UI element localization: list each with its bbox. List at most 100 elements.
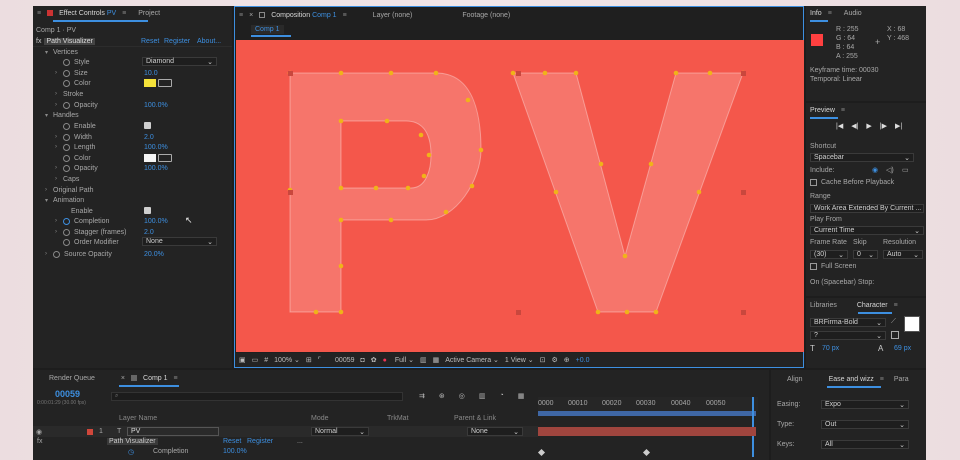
keys-dropdown[interactable]: All ⌄ (821, 440, 909, 449)
menu-icon[interactable]: ≡ (239, 12, 243, 19)
close-tab-icon[interactable]: × (121, 375, 125, 382)
layer-row[interactable]: ◉ 1 T PV Normal ⌄ None ⌄ (33, 426, 538, 437)
include-video-icon[interactable]: ◉ (872, 166, 878, 174)
tab-comp[interactable]: Comp 1 (143, 375, 168, 382)
timeline-search-input[interactable]: ⌕ (111, 392, 403, 401)
fx-toggle[interactable]: fx (36, 38, 41, 45)
fx-row-name[interactable]: Path Visualizer (107, 438, 158, 445)
fx-name[interactable]: Path Visualizer (44, 37, 96, 45)
col-parent[interactable]: Parent & Link (454, 415, 496, 422)
prop-width[interactable]: › Width (55, 132, 92, 142)
close-tab-icon[interactable]: × (249, 12, 253, 19)
prop-handle-opacity[interactable]: › Opacity (55, 163, 98, 173)
col-layer-name[interactable]: Layer Name (119, 415, 157, 422)
tab-layer[interactable]: Layer (none) (373, 12, 413, 19)
panel-menu-icon[interactable]: ≡ (841, 107, 845, 114)
panel-menu-icon[interactable]: ≡ (122, 10, 126, 17)
shortcut-dropdown[interactable]: Spacebar ⌄ (810, 153, 914, 162)
play-from-dropdown[interactable]: Current Time ⌄ (810, 226, 924, 235)
tab-composition[interactable]: Composition Comp 1 (271, 12, 336, 19)
menu-icon[interactable]: ≡ (37, 10, 41, 17)
layout-icon[interactable]: ⊡ (540, 356, 546, 364)
monitor-icon[interactable]: ▭ (252, 356, 259, 364)
prop-stagger[interactable]: › Stagger (frames) (55, 227, 127, 237)
cache-checkbox[interactable]: Cache Before Playback (810, 179, 894, 186)
exposure-value[interactable]: +0.0 (576, 357, 590, 364)
completion-track-value[interactable]: 100.0% (223, 448, 247, 455)
panel-menu-icon[interactable]: ≡ (828, 10, 832, 17)
font-size-value[interactable]: 70 px (822, 345, 839, 352)
view-select[interactable]: 1 View ⌄ (505, 356, 534, 364)
anim-enable-checkbox[interactable] (144, 207, 151, 216)
comp-flowchart-icon[interactable]: ⇉ (419, 392, 425, 400)
fx-reset-button[interactable]: Reset (223, 438, 241, 445)
visibility-icon[interactable]: ◉ (36, 428, 42, 436)
color-icon[interactable]: ● (383, 357, 387, 364)
type-dropdown[interactable]: Out ⌄ (821, 420, 909, 429)
panel-menu-icon[interactable]: ≡ (880, 376, 884, 383)
opacity-value[interactable]: 100.0% (144, 100, 168, 110)
stopwatch-icon[interactable] (63, 238, 70, 246)
tab-footage[interactable]: Footage (none) (462, 12, 510, 19)
range-dropdown[interactable]: Work Area Extended By Current ... (810, 204, 924, 213)
tab-render-queue[interactable]: Render Queue (49, 375, 95, 382)
col-trkmat[interactable]: TrkMat (387, 415, 409, 422)
fx-more-button[interactable]: ... (297, 438, 303, 445)
shy-icon[interactable]: ◎ (459, 392, 465, 400)
layer-mode-dropdown[interactable]: Normal ⌄ (311, 427, 369, 436)
resolution-dropdown[interactable]: Auto ⌄ (883, 250, 923, 259)
panel-menu-icon[interactable]: ≡ (343, 12, 347, 19)
handle-color-swatch[interactable] (144, 154, 156, 162)
close-tab-icon[interactable] (47, 10, 54, 16)
prop-handle-color[interactable]: Color (55, 153, 91, 163)
tab-ease-and-wizz[interactable]: Ease and wizz (829, 376, 874, 383)
timecode-display[interactable]: 00059 (335, 357, 354, 364)
font-style-dropdown[interactable]: ? ⌄ (810, 331, 886, 340)
tab-libraries[interactable]: Libraries (810, 302, 837, 309)
work-area-bar[interactable] (538, 411, 756, 416)
stopwatch-icon[interactable] (63, 122, 70, 130)
safe-area-icon[interactable]: ⊞ (306, 356, 312, 364)
reset-button[interactable]: Reset (141, 38, 159, 45)
tab-character[interactable]: Character (857, 302, 888, 309)
last-frame-icon[interactable]: ▶| (895, 122, 902, 130)
tab-info[interactable]: Info (810, 10, 822, 17)
layer-name-field[interactable]: PV (127, 427, 219, 436)
prop-style[interactable]: Style (55, 57, 90, 67)
group-handles[interactable]: ▾ Handles (45, 110, 79, 120)
prop-enable[interactable]: Enable (55, 121, 96, 131)
font-family-dropdown[interactable]: BRFirma-Bold ⌄ (810, 318, 886, 327)
size-value[interactable]: 10.0 (144, 68, 158, 78)
timeline-timecode[interactable]: 00059 (55, 389, 80, 399)
register-button[interactable]: Register (164, 38, 190, 45)
stopwatch-icon[interactable] (63, 228, 70, 236)
tab-project[interactable]: Project (138, 10, 160, 17)
transparency-icon[interactable]: ▦ (433, 356, 440, 364)
order-modifier-dropdown[interactable]: None ⌄ (142, 237, 217, 246)
stopwatch-icon[interactable] (63, 143, 70, 151)
layer-parent-dropdown[interactable]: None ⌄ (467, 427, 523, 436)
fx-register-button[interactable]: Register (247, 438, 273, 445)
include-overlay-icon[interactable]: ▭ (902, 166, 909, 174)
skip-dropdown[interactable]: 0 ⌄ (853, 250, 878, 259)
easing-dropdown[interactable]: Expo ⌄ (821, 400, 909, 409)
tab-effect-controls[interactable]: Effect Controls PV (59, 10, 116, 17)
tab-align[interactable]: Align (787, 376, 803, 383)
vertex-color-swatch[interactable] (144, 79, 156, 87)
tab-para[interactable]: Para (894, 376, 909, 383)
group-stroke[interactable]: › Stroke (55, 89, 83, 99)
tab-audio[interactable]: Audio (844, 10, 862, 17)
fast-preview-icon[interactable]: ▥ (420, 356, 427, 364)
fill-color-swatch[interactable] (904, 316, 920, 332)
motion-blur-icon[interactable]: ◔ (499, 392, 503, 400)
stopwatch-icon[interactable] (63, 164, 70, 172)
prop-opacity[interactable]: › Opacity (55, 100, 98, 110)
eyedropper-icon[interactable] (158, 154, 172, 162)
prop-length[interactable]: › Length (55, 142, 95, 152)
completion-value[interactable]: 100.0% (144, 216, 168, 226)
quality-select[interactable]: Full ⌄ (395, 356, 414, 364)
group-caps[interactable]: › Caps (55, 174, 79, 184)
lock-icon[interactable] (259, 12, 266, 18)
source-opacity-value[interactable]: 20.0% (144, 249, 164, 259)
stopwatch-icon[interactable] (53, 250, 60, 258)
